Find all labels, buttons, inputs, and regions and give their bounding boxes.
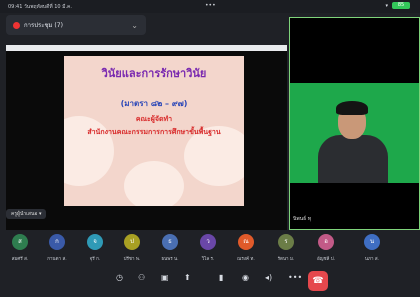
- participant-name: ธนพร น.: [161, 257, 179, 262]
- battery-icon: 85: [392, 2, 410, 9]
- participant-name: นภา ส.: [364, 257, 380, 262]
- participant-name: วิไล ร.: [201, 257, 215, 262]
- meeting-title: การประชุม (7): [24, 22, 63, 29]
- participant-name: จุรี ก.: [89, 257, 101, 262]
- speaker-body: [318, 135, 388, 183]
- avatar: ส: [12, 234, 28, 250]
- participant-name: อัญชลี ป.: [316, 257, 336, 262]
- slide-line-1: คณะผู้จัดทำ: [135, 115, 173, 123]
- participant-name: กานดา ส.: [47, 257, 67, 262]
- avatar: จ: [87, 234, 103, 250]
- camera-video: [290, 83, 419, 183]
- status-time: 09:41 วันพฤหัสบดีที่ 10 มี.ค.: [8, 4, 72, 10]
- avatar: ณ: [238, 234, 254, 250]
- video-icon[interactable]: ◉: [242, 273, 249, 282]
- status-bar: 09:41 วันพฤหัสบดีที่ 10 มี.ค. ••• ▾ 85: [0, 0, 420, 13]
- shared-app-toolbar: [6, 45, 287, 51]
- end-call-button[interactable]: ☎: [308, 271, 328, 291]
- participant-name: สมศรี ส.: [11, 257, 29, 262]
- control-bar: ◷ ⚇ ▣ ⬆ ▮ ◉ ◂) ••• ☎: [0, 266, 420, 297]
- participant-strip: สสมศรี ส. กกานดา ส. จจุรี ก. ปปรีชา พ. ธธนพร…: [0, 234, 420, 266]
- participant-tile[interactable]: กกานดา ส.: [37, 234, 77, 262]
- participant-tile[interactable]: สสมศรี ส.: [0, 234, 40, 262]
- slide-line-2: สำนักงานคณะกรรมการการศึกษาขั้นพื้นฐาน: [87, 128, 221, 136]
- shared-screen: วินัยและการรักษาวินัย (มาตรา ๘๒ – ๙๗) คณ…: [6, 45, 287, 230]
- camera-name: นิพนธ์ ทุ: [293, 216, 312, 222]
- presentation-slide: วินัยและการรักษาวินัย (มาตรา ๘๒ – ๙๗) คณ…: [64, 56, 244, 206]
- participant-name: รัตนา ม.: [277, 257, 295, 262]
- camera-tile[interactable]: นิพนธ์ ทุ: [289, 17, 420, 230]
- share-icon[interactable]: ⬆: [184, 273, 191, 282]
- speaker-hair: [336, 101, 368, 115]
- presenter-label[interactable]: ครูผู้นำเสนอ ▾: [6, 209, 47, 219]
- layout-icon[interactable]: ▣: [161, 273, 169, 282]
- meeting-title-pill[interactable]: การประชุม (7) ⌄: [6, 15, 146, 35]
- participant-tile[interactable]: ปปรีชา พ.: [112, 234, 152, 262]
- wifi-icon: ▾: [385, 2, 388, 9]
- participant-name: ณรงค์ ท.: [237, 257, 255, 262]
- avatar: อ: [318, 234, 334, 250]
- avatar: น: [364, 234, 380, 250]
- status-dots: •••: [205, 2, 216, 9]
- status-right: ▾ 85: [385, 2, 410, 9]
- flower-decoration: [124, 161, 184, 206]
- participant-tile[interactable]: จจุรี ก.: [75, 234, 115, 262]
- participant-tile[interactable]: ธธนพร น.: [150, 234, 190, 262]
- chevron-down-icon[interactable]: ⌄: [131, 21, 138, 30]
- timer-icon[interactable]: ◷: [116, 273, 123, 282]
- slide-title: วินัยและการรักษาวินัย: [101, 67, 207, 80]
- participant-tile[interactable]: รรัตนา ม.: [266, 234, 306, 262]
- people-icon[interactable]: ⚇: [138, 273, 145, 282]
- participant-tile[interactable]: ณณรงค์ ท.: [226, 234, 266, 262]
- participant-tile[interactable]: ววิไล ร.: [188, 234, 228, 262]
- avatar: ก: [49, 234, 65, 250]
- participant-tile[interactable]: นนภา ส.: [352, 234, 392, 262]
- recording-dot-icon: [13, 21, 20, 29]
- speaker-icon[interactable]: ◂): [265, 273, 272, 282]
- more-icon[interactable]: •••: [288, 273, 302, 282]
- mic-icon[interactable]: ▮: [219, 273, 223, 282]
- slide-subtitle: (มาตรา ๘๒ – ๙๗): [120, 99, 188, 108]
- avatar: ป: [124, 234, 140, 250]
- avatar: ว: [200, 234, 216, 250]
- participant-tile[interactable]: ออัญชลี ป.: [306, 234, 346, 262]
- participant-name: ปรีชา พ.: [123, 257, 141, 262]
- avatar: ธ: [162, 234, 178, 250]
- avatar: ร: [278, 234, 294, 250]
